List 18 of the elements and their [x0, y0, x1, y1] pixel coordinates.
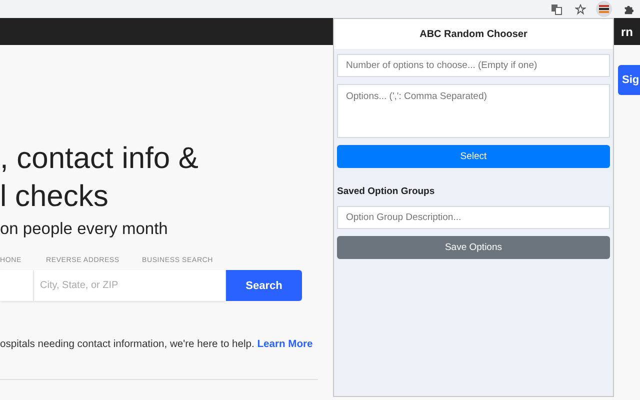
save-options-button[interactable]: Save Options: [337, 236, 610, 259]
search-button[interactable]: Search: [226, 270, 302, 301]
sign-button[interactable]: Sig: [618, 65, 640, 95]
learn-more-link[interactable]: Learn More: [257, 339, 313, 350]
options-field[interactable]: Options... (',': Comma Separated): [337, 84, 610, 138]
select-button[interactable]: Select: [337, 145, 610, 168]
count-field[interactable]: Number of options to choose... (Empty if one): [337, 54, 610, 77]
headline: l checks: [0, 180, 108, 213]
headline: , contact info &: [0, 142, 198, 175]
extension-icon[interactable]: [596, 1, 612, 17]
subtitle: on people every month: [0, 220, 168, 238]
name-field[interactable]: [0, 270, 34, 301]
nav-link[interactable]: rn: [621, 24, 633, 38]
group-description-field[interactable]: Option Group Description...: [337, 206, 610, 229]
blurb-text: ospitals needing contact information, we're here to help. Learn More: [0, 339, 313, 350]
popup-title: ABC Random Chooser: [420, 28, 528, 40]
location-field[interactable]: City, State, or ZIP: [34, 270, 226, 301]
section-title: Saved Option Groups: [337, 186, 436, 197]
